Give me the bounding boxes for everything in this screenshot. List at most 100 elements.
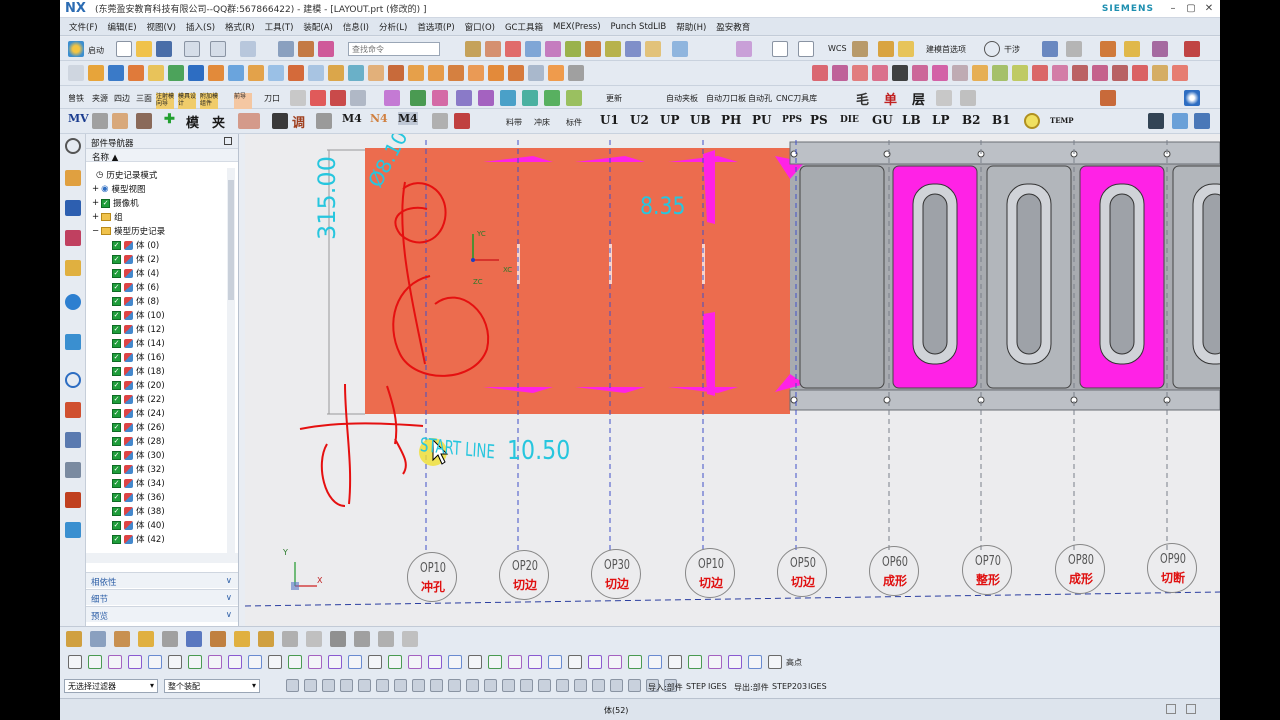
graphics-window[interactable]: 315.00 Ø8.10 8.35 START LINE 10.50 YC XC… (245, 134, 1220, 626)
op-marker[interactable]: OP50 切边 (777, 547, 827, 597)
curve-tool-1-icon[interactable] (88, 655, 102, 669)
hand-icon[interactable] (1124, 41, 1140, 57)
sketch-tool-6-icon[interactable] (932, 65, 948, 81)
curve-tool-7-icon[interactable] (208, 655, 222, 669)
clock-icon[interactable] (65, 372, 81, 388)
column-header-name[interactable]: 名称 ▲ (86, 149, 238, 163)
checkbox-icon[interactable]: ✓ (112, 268, 121, 278)
menu-preferences[interactable]: 首选项(P) (412, 21, 459, 33)
up-label[interactable]: UP (660, 113, 680, 127)
checkbox-icon[interactable]: ✓ (112, 394, 121, 404)
curve-tool-23-icon[interactable] (528, 655, 542, 669)
tree-item-body[interactable]: ✓ 体 (16) (112, 350, 165, 364)
curve-tool-6-icon[interactable] (188, 655, 202, 669)
material-icon[interactable] (1100, 90, 1116, 106)
curve-tool-25-icon[interactable] (568, 655, 582, 669)
feature-tool-5-icon[interactable] (168, 65, 184, 81)
tree-item-body[interactable]: ✓ 体 (30) (112, 448, 165, 462)
mold-btn-16[interactable]: 自动夹板 (666, 93, 698, 104)
menu-mex-press[interactable]: MEX(Press) (548, 22, 606, 32)
snap-tool-18-icon[interactable] (610, 679, 623, 692)
feature-tool-24-icon[interactable] (548, 65, 564, 81)
mold-btn-3[interactable]: 三面 (136, 93, 152, 104)
dimension-height[interactable]: 315.00 (313, 156, 341, 240)
tool-black-icon[interactable] (272, 113, 288, 129)
assembly-tool-13-icon[interactable] (378, 631, 394, 647)
clamp-glyph[interactable]: 夹 (212, 112, 225, 131)
mold-tool-e-icon[interactable] (384, 90, 400, 106)
curve-tool-16-icon[interactable] (388, 655, 402, 669)
export-label[interactable]: 导出:部件 (734, 682, 769, 693)
tree-item-body[interactable]: ✓ 体 (2) (112, 252, 159, 266)
feature-tool-21-icon[interactable] (488, 65, 504, 81)
curve-tool-22-icon[interactable] (508, 655, 522, 669)
mold-glyph[interactable]: 模 (186, 112, 199, 131)
curve-icon[interactable] (318, 41, 334, 57)
lp-label[interactable]: LP (932, 113, 949, 127)
sketch-tool-13-icon[interactable] (1072, 65, 1088, 81)
hair-glyph[interactable]: 毛 (856, 89, 869, 108)
curve-tool-17-icon[interactable] (408, 655, 422, 669)
assembly-tool-2-icon[interactable] (114, 631, 130, 647)
adjust-glyph[interactable]: 调 (292, 112, 305, 131)
sketch-tool-17-icon[interactable] (1152, 65, 1168, 81)
undo-icon[interactable] (184, 41, 200, 57)
measure-icon[interactable] (298, 41, 314, 57)
die-label[interactable]: DIE (840, 115, 859, 125)
snap-tool-8-icon[interactable] (430, 679, 443, 692)
addon-label[interactable]: 建模首选项 (926, 44, 966, 55)
interference-label[interactable]: 干涉 (1004, 44, 1020, 55)
sketch-tool-11-icon[interactable] (1032, 65, 1048, 81)
curve-tool-11-icon[interactable] (288, 655, 302, 669)
mold-tool-j-icon[interactable] (500, 90, 516, 106)
checkbox-icon[interactable]: ✓ (112, 296, 121, 306)
sketch-tool-2-icon[interactable] (852, 65, 868, 81)
sketch-tool-14-icon[interactable] (1092, 65, 1108, 81)
feature-tool-17-icon[interactable] (408, 65, 424, 81)
sketch-tool-7-icon[interactable] (952, 65, 968, 81)
snap-tool-4-icon[interactable] (358, 679, 371, 692)
assembly-scope-dropdown[interactable]: 整个装配 ▾ (164, 679, 260, 693)
feature-tool-11-icon[interactable] (288, 65, 304, 81)
snap-tool-3-icon[interactable] (340, 679, 353, 692)
move-icon[interactable] (485, 41, 501, 57)
curve-tool-2-icon[interactable] (108, 655, 122, 669)
checkbox-icon[interactable]: ✓ (112, 492, 121, 502)
ph-label[interactable]: PH (721, 113, 741, 127)
feature-tool-15-icon[interactable] (368, 65, 384, 81)
checkbox-icon[interactable]: ✓ (112, 506, 121, 516)
mold-tool-d-icon[interactable] (350, 90, 366, 106)
checkbox-icon[interactable]: ✓ (112, 520, 121, 530)
checkbox-icon[interactable]: ✓ (112, 422, 121, 432)
pps-label[interactable]: PPS (782, 115, 802, 125)
plate-icon[interactable] (238, 113, 260, 129)
menu-window[interactable]: 窗口(O) (460, 21, 500, 33)
feature-tool-1-icon[interactable] (88, 65, 104, 81)
tree-item-body[interactable]: ✓ 体 (42) (112, 532, 165, 546)
assembly-tool-11-icon[interactable] (330, 631, 346, 647)
sketch-tool-10-icon[interactable] (1012, 65, 1028, 81)
document-icon[interactable] (1172, 113, 1188, 129)
snap-tool-19-icon[interactable] (628, 679, 641, 692)
part-navigator-icon[interactable] (65, 170, 81, 186)
checkbox-icon[interactable]: ✓ (112, 254, 121, 264)
menu-punch-stdlib[interactable]: Punch StdLIB (606, 22, 672, 32)
checkbox-icon[interactable]: ✓ (112, 366, 121, 376)
mold-tool-k-icon[interactable] (522, 90, 538, 106)
curve-tool-24-icon[interactable] (548, 655, 562, 669)
snap-tool-10-icon[interactable] (466, 679, 479, 692)
mold-tool-c-icon[interactable] (330, 90, 346, 106)
view-icon[interactable] (565, 41, 581, 57)
start-icon[interactable] (68, 41, 84, 57)
import-iges-button[interactable]: IGES (708, 682, 727, 691)
tree-item-body[interactable]: ✓ 体 (36) (112, 490, 165, 504)
tree-item-body[interactable]: ✓ 体 (4) (112, 266, 159, 280)
section-preview[interactable]: 预览 ∨ (86, 606, 238, 622)
dimension-pitch[interactable]: 8.35 (640, 192, 685, 220)
tree-item-body[interactable]: ✓ 体 (40) (112, 518, 165, 532)
mold-btn-5[interactable]: 模具设计 (178, 93, 196, 109)
mold-btn-7[interactable]: 前导 (234, 93, 252, 109)
sketch-tool-8-icon[interactable] (972, 65, 988, 81)
snap-tool-9-icon[interactable] (448, 679, 461, 692)
mold-tool-i-icon[interactable] (478, 90, 494, 106)
